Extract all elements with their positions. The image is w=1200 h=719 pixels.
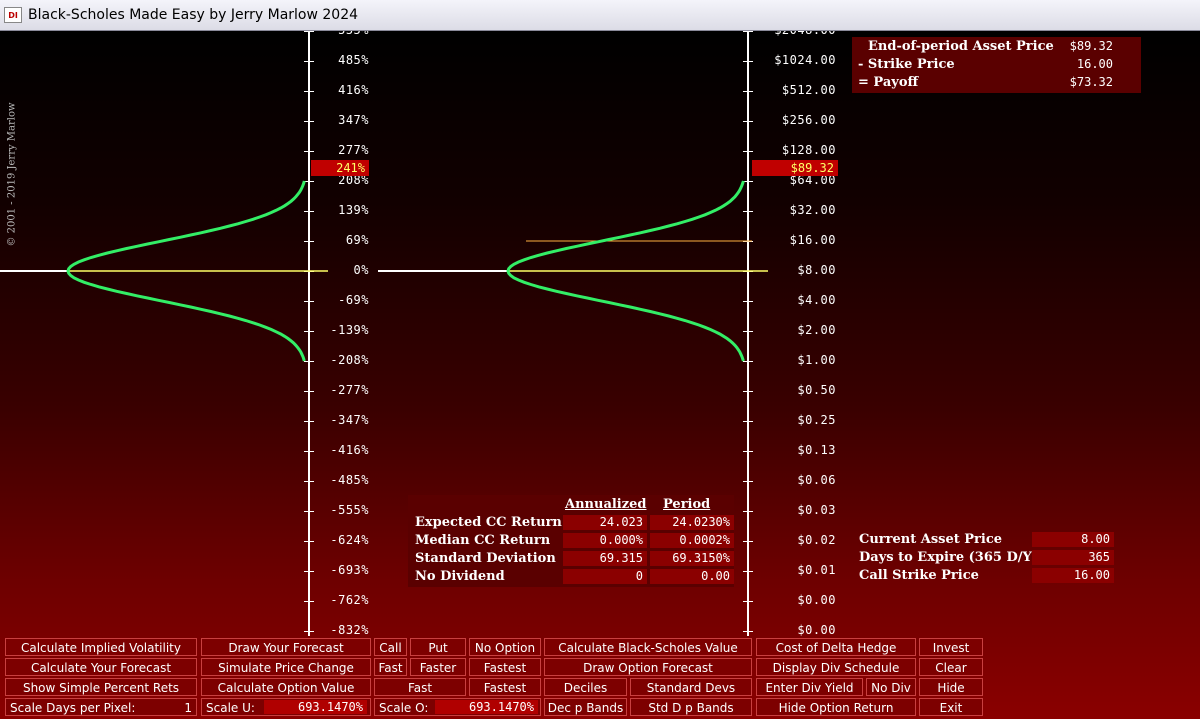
days-to-expire-input[interactable]: 365 — [1032, 550, 1114, 565]
chart-canvas[interactable]: © 2001 - 2019 Jerry Marlow 555%485%416%3… — [0, 31, 1200, 719]
scale-u-value[interactable]: 693.1470% — [264, 700, 367, 714]
payoff-row: End-of-period Asset Price $89.32 — [852, 39, 1141, 56]
no-div-button[interactable]: No Div — [866, 678, 916, 696]
exit-button[interactable]: Exit — [919, 698, 983, 716]
payoff-value: $89.32 — [1069, 39, 1113, 53]
scale-days-per-pixel-control[interactable]: Scale Days per Pixel: 1 — [5, 698, 197, 716]
payoff-value: 16.00 — [1076, 57, 1113, 71]
period-value[interactable]: 69.3150% — [650, 551, 734, 566]
scale-u-control[interactable]: Scale U: 693.1470% — [201, 698, 371, 716]
annual-value[interactable]: 0.000% — [563, 533, 647, 548]
deciles-button[interactable]: Deciles — [544, 678, 627, 696]
input-label: Current Asset Price — [859, 532, 1003, 547]
dec-p-bands-button[interactable]: Dec p Bands — [544, 698, 627, 716]
payoff-label: End-of-period Asset Price — [868, 39, 1054, 54]
period-value[interactable]: 0.00 — [650, 569, 734, 584]
scale-u-label: Scale U: — [206, 701, 255, 715]
annual-value[interactable]: 69.315 — [563, 551, 647, 566]
return-label: Expected CC Return — [415, 515, 562, 530]
payoff-panel: End-of-period Asset Price $89.32 - Strik… — [852, 37, 1141, 93]
scale-days-value[interactable]: 1 — [184, 699, 192, 717]
payoff-value: $73.32 — [1069, 75, 1113, 89]
window-title: Black-Scholes Made Easy by Jerry Marlow … — [28, 7, 359, 23]
show-simple-percent-rets-button[interactable]: Show Simple Percent Rets — [5, 678, 197, 696]
std-d-p-bands-button[interactable]: Std D p Bands — [630, 698, 752, 716]
return-label: Standard Deviation — [415, 551, 556, 566]
return-label: No Dividend — [415, 569, 505, 584]
calculate-your-forecast-button[interactable]: Calculate Your Forecast — [5, 658, 197, 676]
input-label: Call Strike Price — [859, 568, 979, 583]
payoff-label: - Strike Price — [858, 57, 955, 72]
app-icon: DI — [4, 7, 22, 23]
current-asset-price-input[interactable]: 8.00 — [1032, 532, 1114, 547]
faster-button[interactable]: Faster — [410, 658, 466, 676]
draw-your-forecast-button[interactable]: Draw Your Forecast — [201, 638, 371, 656]
period-header: Period — [663, 497, 711, 512]
cost-of-delta-hedge-button[interactable]: Cost of Delta Hedge — [756, 638, 916, 656]
annual-value[interactable]: 0 — [563, 569, 647, 584]
annual-value[interactable]: 24.023 — [563, 515, 647, 530]
input-label: Days to Expire (365 D/Y) — [859, 550, 1038, 565]
fastest-button[interactable]: Fastest — [469, 678, 541, 696]
calculate-option-value-button[interactable]: Calculate Option Value — [201, 678, 371, 696]
returns-panel: Annualized Period Expected CC Return 24.… — [408, 495, 734, 587]
calculate-black-scholes-value-button[interactable]: Calculate Black-Scholes Value — [544, 638, 752, 656]
invest-button[interactable]: Invest — [919, 638, 983, 656]
no-option-button[interactable]: No Option — [469, 638, 541, 656]
call-strike-price-input[interactable]: 16.00 — [1032, 568, 1114, 583]
annualized-header: Annualized — [565, 497, 647, 512]
scale-o-value[interactable]: 693.1470% — [435, 700, 538, 714]
period-value[interactable]: 0.0002% — [650, 533, 734, 548]
standard-devs-button[interactable]: Standard Devs — [630, 678, 752, 696]
period-value[interactable]: 24.0230% — [650, 515, 734, 530]
simulate-price-change-button[interactable]: Simulate Price Change — [201, 658, 371, 676]
return-label: Median CC Return — [415, 533, 551, 548]
payoff-row: - Strike Price 16.00 — [852, 57, 1141, 74]
payoff-label: = Payoff — [858, 75, 919, 90]
put-button[interactable]: Put — [410, 638, 466, 656]
calculate-implied-volatility-button[interactable]: Calculate Implied Volatility — [5, 638, 197, 656]
display-div-schedule-button[interactable]: Display Div Schedule — [756, 658, 916, 676]
payoff-row: = Payoff $73.32 — [852, 75, 1141, 92]
clear-button[interactable]: Clear — [919, 658, 983, 676]
title-bar: DI Black-Scholes Made Easy by Jerry Marl… — [0, 0, 1200, 31]
hide-button[interactable]: Hide — [919, 678, 983, 696]
scale-o-control[interactable]: Scale O: 693.1470% — [374, 698, 541, 716]
draw-option-forecast-button[interactable]: Draw Option Forecast — [544, 658, 752, 676]
fastest-button[interactable]: Fastest — [469, 658, 541, 676]
fast-button[interactable]: Fast — [374, 678, 466, 696]
scale-o-label: Scale O: — [379, 701, 429, 715]
enter-div-yield-button[interactable]: Enter Div Yield — [756, 678, 863, 696]
scale-days-label: Scale Days per Pixel: — [10, 701, 136, 715]
fast-button[interactable]: Fast — [374, 658, 407, 676]
hide-option-return-button[interactable]: Hide Option Return — [756, 698, 916, 716]
inputs-panel: Current Asset Price 8.00 Days to Expire … — [856, 531, 1114, 587]
call-button[interactable]: Call — [374, 638, 407, 656]
